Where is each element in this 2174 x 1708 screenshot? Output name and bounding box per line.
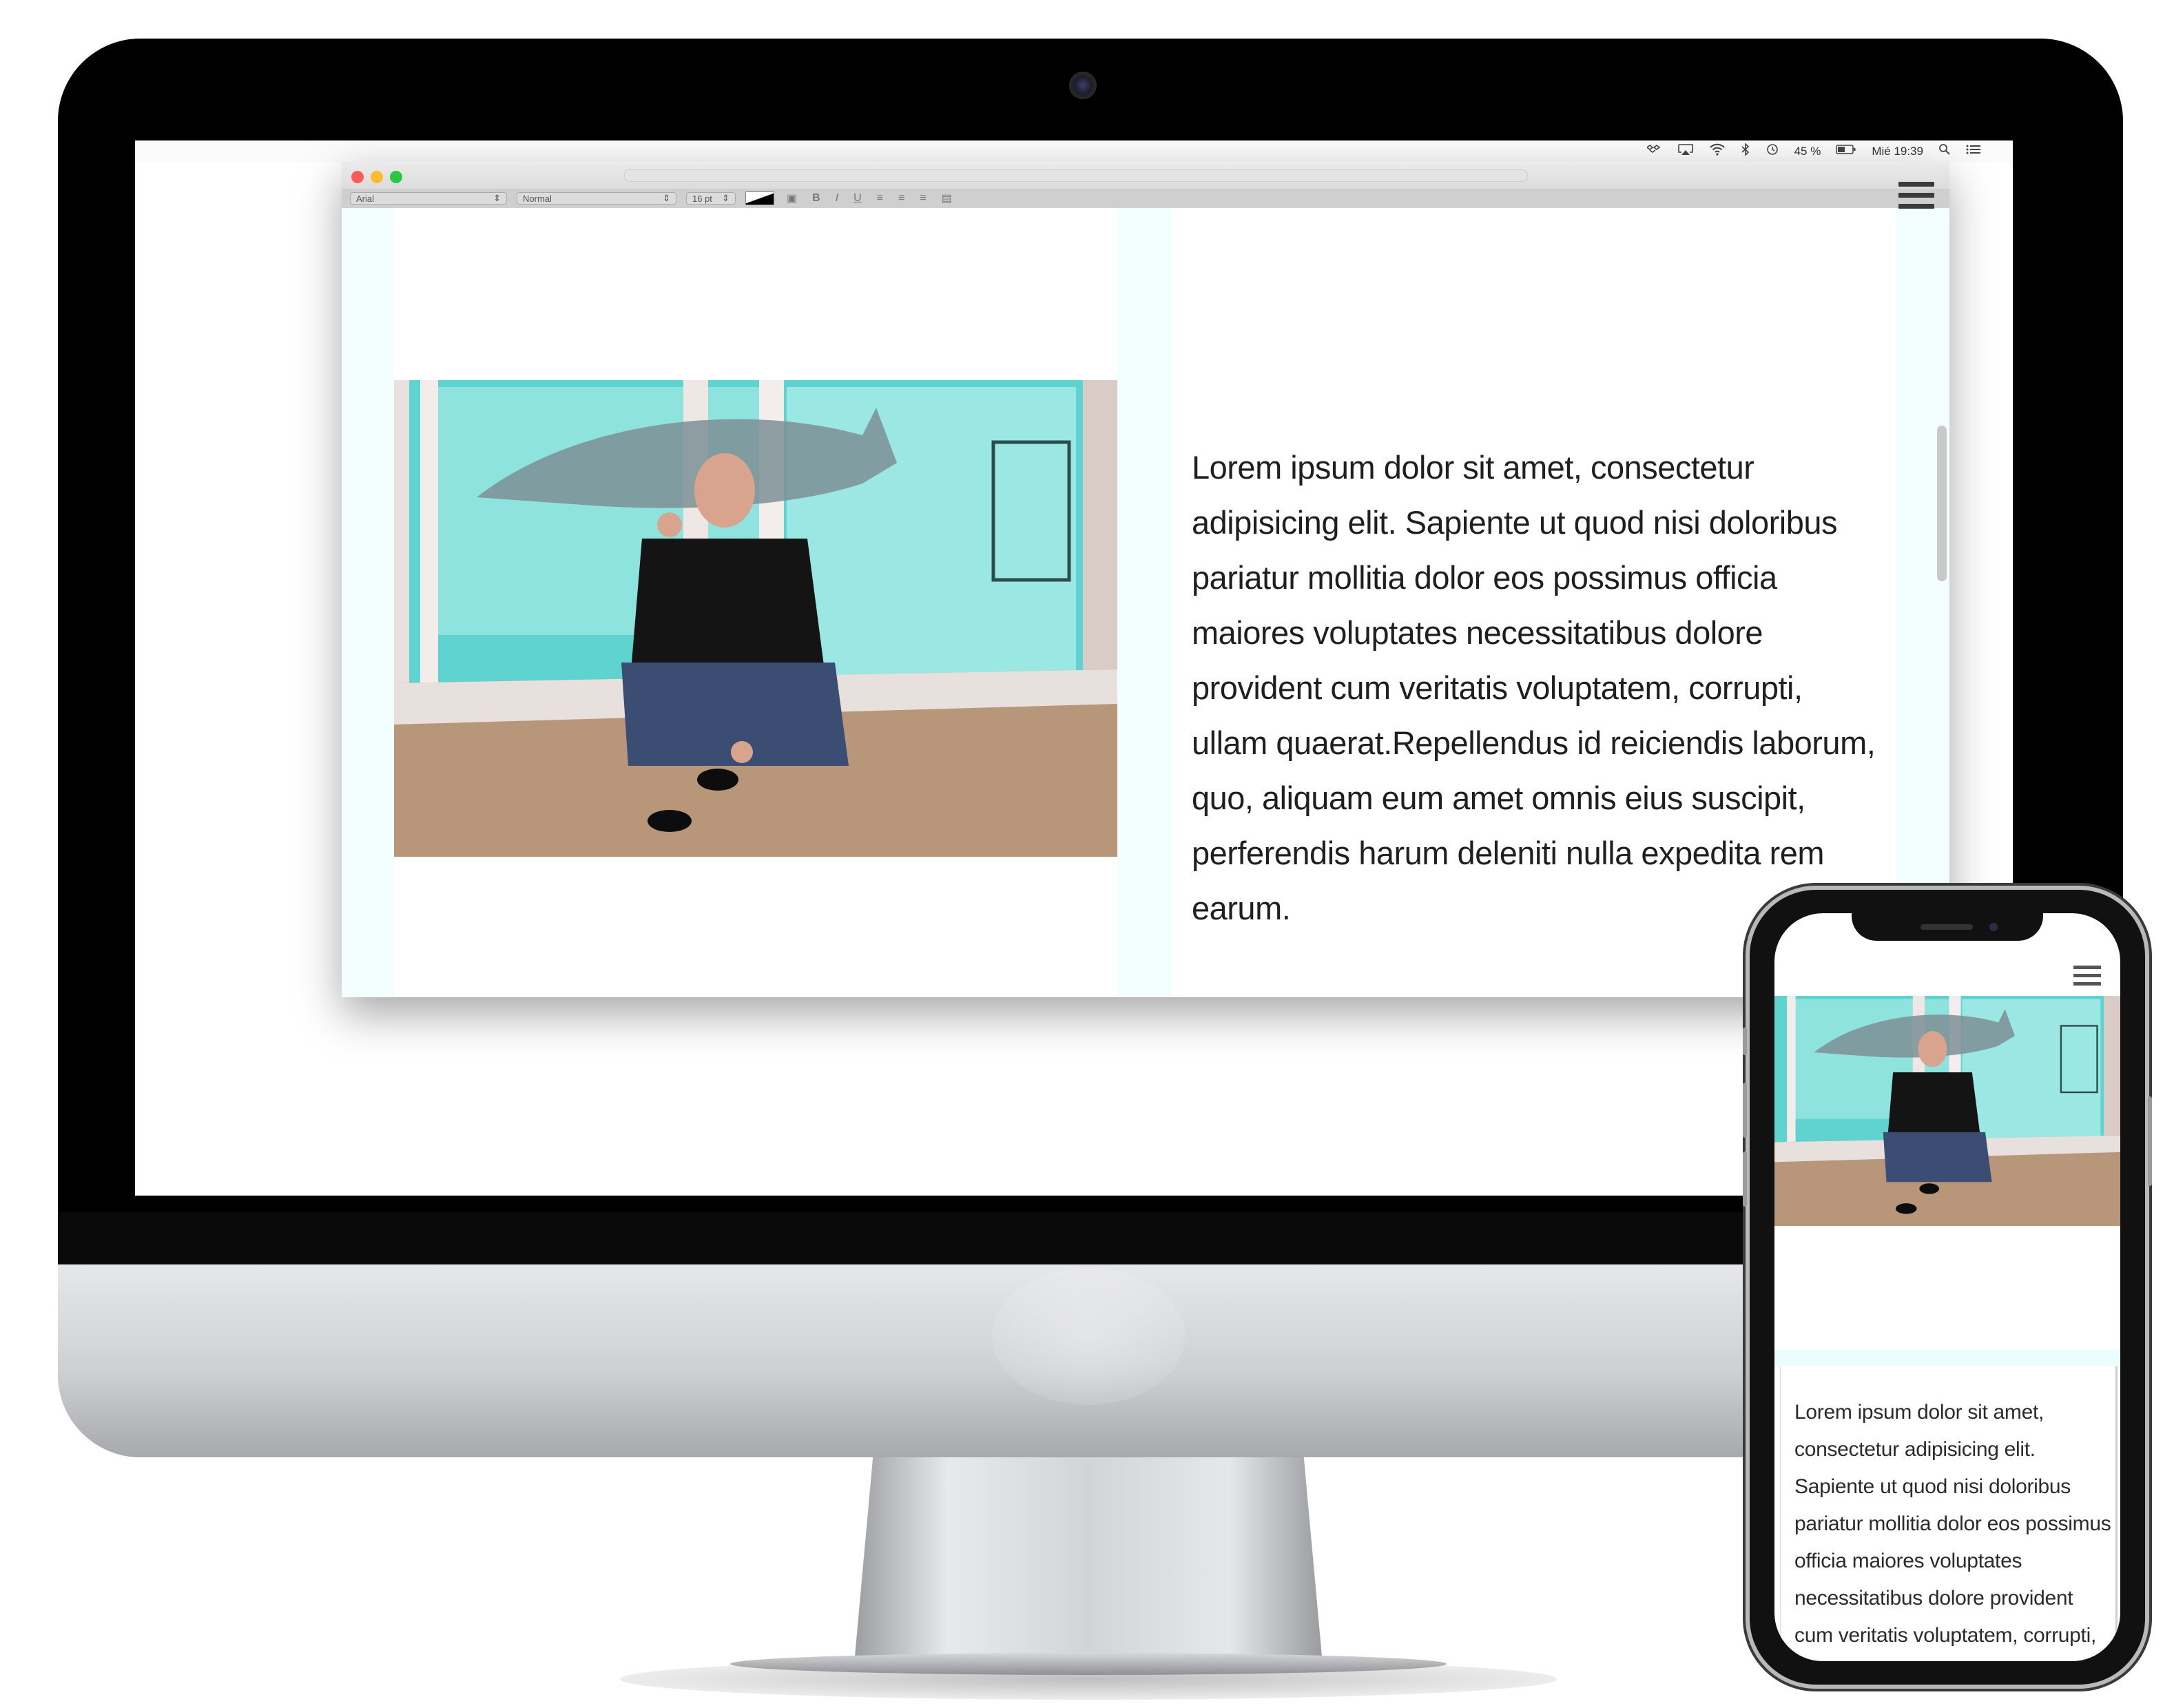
font-size-select[interactable]: 16 pt ⇕ bbox=[686, 192, 736, 205]
battery-percent: 45 % bbox=[1794, 144, 1821, 158]
select-arrows-icon: ⇕ bbox=[663, 193, 670, 203]
text-card: Lorem ipsum dolor sit amet, consectetur … bbox=[1171, 208, 1896, 997]
italic-button[interactable]: I bbox=[833, 192, 841, 205]
paragraph-style-select[interactable]: Normal ⇕ bbox=[517, 192, 676, 205]
battery-icon[interactable] bbox=[1836, 144, 1856, 158]
phone-speaker bbox=[1921, 924, 1973, 930]
phone-screen: Lorem ipsum dolor sit amet, consectetur … bbox=[1774, 913, 2120, 1661]
hero-photo bbox=[394, 380, 1117, 857]
phone-mute-switch bbox=[1743, 1028, 1747, 1055]
align-justify-icon[interactable]: ▤ bbox=[939, 191, 955, 205]
imac-stand-base bbox=[730, 1653, 1447, 1675]
notification-center-icon[interactable] bbox=[1966, 144, 1981, 158]
dropbox-icon[interactable] bbox=[1646, 143, 1662, 159]
align-left-icon[interactable]: ≡ bbox=[874, 192, 886, 205]
phone-volume-down bbox=[1743, 1152, 1747, 1207]
phone-volume-up bbox=[1743, 1083, 1747, 1138]
hamburger-menu-icon[interactable] bbox=[1898, 182, 1934, 215]
bold-button[interactable]: B bbox=[809, 192, 823, 205]
macos-menubar: 45 % Mié 19:39 bbox=[135, 140, 2013, 163]
format-toolbar: Arial ⇕ Normal ⇕ 16 pt ⇕ ▣ B I U ≡ ≡ ≡ ▤ bbox=[342, 189, 1949, 208]
browser-window: Arial ⇕ Normal ⇕ 16 pt ⇕ ▣ B I U ≡ ≡ ≡ ▤ bbox=[342, 161, 1949, 997]
close-window-button[interactable] bbox=[351, 171, 364, 183]
menubar-clock[interactable]: Mié 19:39 bbox=[1872, 145, 1923, 158]
imac-screen: 45 % Mié 19:39 Arial ⇕ Normal ⇕ 16 pt ⇕ … bbox=[135, 140, 2013, 1196]
select-arrows-icon: ⇕ bbox=[493, 193, 501, 203]
hamburger-menu-icon[interactable] bbox=[2073, 966, 2101, 990]
hero-photo-mobile bbox=[1774, 996, 2120, 1226]
time-machine-icon[interactable] bbox=[1766, 143, 1779, 159]
minimize-window-button[interactable] bbox=[371, 171, 383, 183]
vertical-scrollbar[interactable] bbox=[1937, 426, 1947, 581]
phone-notch bbox=[1852, 913, 2043, 941]
intro-paragraph-mobile: Lorem ipsum dolor sit amet, consectetur … bbox=[1794, 1401, 2111, 1647]
paragraph-style-value: Normal bbox=[523, 193, 552, 204]
phone-front-camera bbox=[1989, 923, 1998, 931]
image-card bbox=[394, 208, 1117, 997]
zoom-window-button[interactable] bbox=[390, 171, 402, 183]
imac-logo-area bbox=[992, 1267, 1185, 1405]
text-format-icon[interactable]: ▣ bbox=[784, 191, 800, 205]
align-center-icon[interactable]: ≡ bbox=[896, 192, 907, 205]
phone-section-divider bbox=[1774, 1350, 2120, 1366]
align-right-icon[interactable]: ≡ bbox=[917, 192, 929, 205]
font-family-select[interactable]: Arial ⇕ bbox=[350, 192, 507, 205]
airplay-icon[interactable] bbox=[1677, 143, 1694, 159]
spotlight-search-icon[interactable] bbox=[1938, 143, 1951, 159]
bluetooth-icon[interactable] bbox=[1741, 143, 1750, 159]
iphone-device: Lorem ipsum dolor sit amet, consectetur … bbox=[1743, 890, 2152, 1685]
menubar-status-items: 45 % Mié 19:39 bbox=[1646, 143, 1981, 159]
phone-side-button bbox=[2148, 1096, 2152, 1186]
text-color-swatch[interactable] bbox=[745, 191, 774, 205]
phone-text-card: Lorem ipsum dolor sit amet, consectetur … bbox=[1780, 1366, 2118, 1661]
font-family-value: Arial bbox=[356, 193, 375, 204]
select-arrows-icon: ⇕ bbox=[722, 193, 729, 203]
font-size-value: 16 pt bbox=[692, 193, 712, 204]
intro-paragraph: Lorem ipsum dolor sit amet, consectetur … bbox=[1192, 449, 1876, 926]
underline-button[interactable]: U bbox=[851, 192, 865, 205]
wifi-icon[interactable] bbox=[1709, 143, 1726, 159]
imac-camera bbox=[1069, 72, 1097, 99]
imac-stand bbox=[854, 1457, 1323, 1664]
address-bar[interactable] bbox=[624, 169, 1528, 182]
window-titlebar bbox=[342, 161, 1949, 189]
